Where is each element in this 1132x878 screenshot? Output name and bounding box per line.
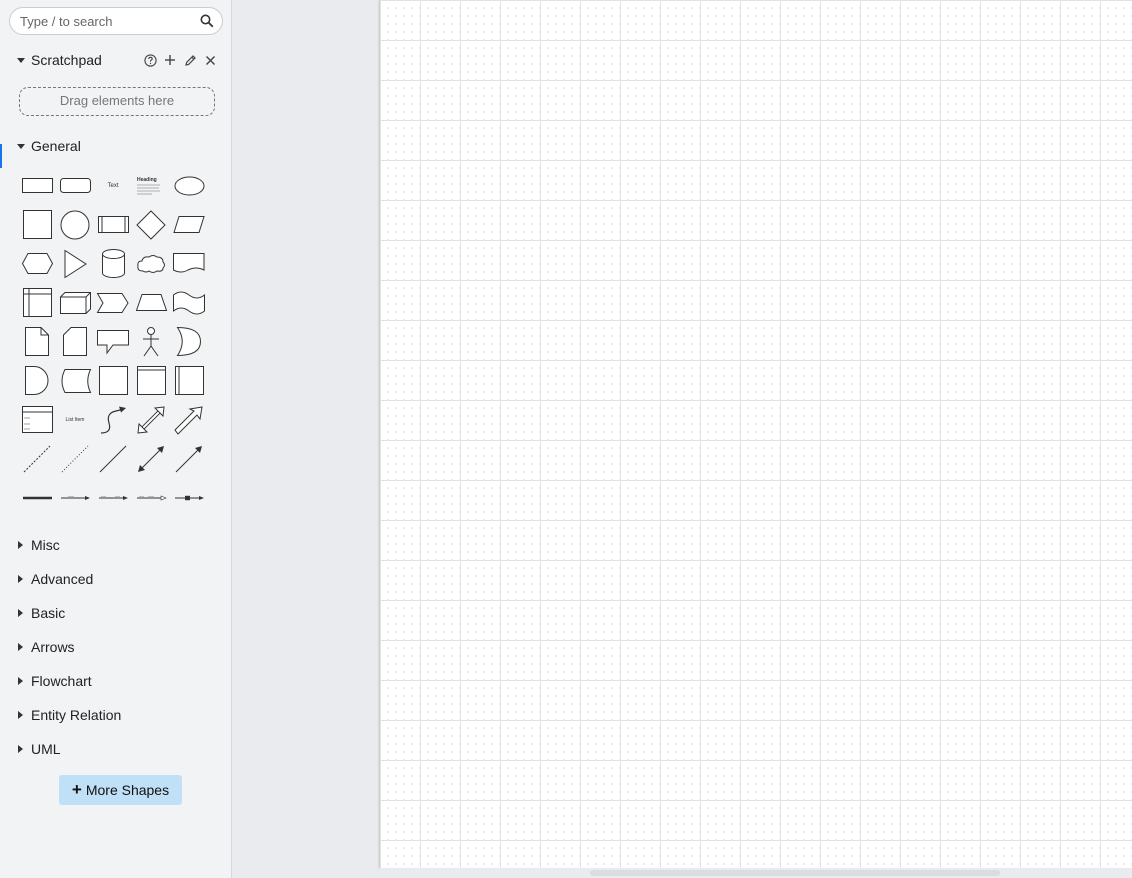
plus-icon[interactable] — [163, 53, 177, 67]
cylinder-shape[interactable] — [94, 244, 132, 283]
section-basic[interactable]: Basic — [0, 601, 232, 625]
section-flowchart[interactable]: Flowchart — [0, 669, 232, 693]
help-icon[interactable] — [143, 53, 157, 67]
diagram-canvas[interactable] — [380, 0, 1132, 868]
bidirectional-arrow-shape[interactable] — [132, 400, 170, 439]
internal-storage-shape[interactable] — [18, 283, 56, 322]
section-label: Arrows — [31, 639, 75, 655]
and-shape[interactable] — [18, 361, 56, 400]
document-shape[interactable] — [170, 244, 208, 283]
ellipse-shape[interactable] — [170, 166, 208, 205]
chevron-down-icon — [17, 144, 25, 149]
bidirectional-connector-shape[interactable] — [132, 439, 170, 478]
trapezoid-shape[interactable] — [132, 283, 170, 322]
chevron-right-icon — [18, 575, 23, 583]
text-lines-icon — [137, 184, 160, 194]
circle-shape[interactable] — [56, 205, 94, 244]
general-header[interactable]: General — [0, 134, 232, 158]
section-advanced[interactable]: Advanced — [0, 567, 232, 591]
dotted-line-shape[interactable] — [56, 439, 94, 478]
or-shape[interactable] — [170, 322, 208, 361]
cube-shape[interactable] — [56, 283, 94, 322]
more-shapes-button[interactable]: + More Shapes — [59, 775, 182, 805]
cloud-shape[interactable] — [132, 244, 170, 283]
labeled-connector-shape[interactable] — [56, 478, 94, 517]
thick-line-shape[interactable] — [18, 478, 56, 517]
text-shape-label: Text — [107, 182, 119, 189]
connector-with-symbol-shape[interactable] — [170, 478, 208, 517]
tape-shape[interactable] — [170, 283, 208, 322]
rounded-rectangle-shape[interactable] — [56, 166, 94, 205]
actor-shape[interactable] — [132, 322, 170, 361]
section-label: Flowchart — [31, 673, 92, 689]
more-shapes-label: More Shapes — [85, 782, 170, 798]
square-shape[interactable] — [18, 205, 56, 244]
diamond-shape[interactable] — [132, 205, 170, 244]
card-shape[interactable] — [56, 322, 94, 361]
curved-arrow-shape[interactable] — [94, 400, 132, 439]
search-icon[interactable] — [200, 14, 214, 28]
data-storage-shape[interactable] — [56, 361, 94, 400]
section-label: Misc — [31, 537, 60, 553]
general-title: General — [31, 138, 81, 154]
section-label: Advanced — [31, 571, 94, 587]
container-shape[interactable] — [94, 361, 132, 400]
list-item-shape[interactable]: List Item — [56, 400, 94, 439]
note-shape[interactable] — [18, 322, 56, 361]
chevron-right-icon — [18, 643, 23, 651]
pencil-icon[interactable] — [183, 53, 197, 67]
textbox-shape[interactable]: Heading — [132, 166, 170, 205]
section-misc[interactable]: Misc — [0, 533, 232, 557]
chevron-right-icon — [18, 745, 23, 753]
chevron-right-icon — [18, 711, 23, 719]
section-entity-relation[interactable]: Entity Relation — [0, 703, 232, 727]
section-arrows[interactable]: Arrows — [0, 635, 232, 659]
close-icon[interactable] — [203, 53, 217, 67]
chevron-right-icon — [18, 677, 23, 685]
text-shape[interactable]: Text — [94, 166, 132, 205]
shapes-sidebar: Scratchpad Drag elements here General — [0, 0, 232, 878]
section-label: Basic — [31, 605, 66, 621]
directional-connector-shape[interactable] — [170, 439, 208, 478]
dashed-line-shape[interactable] — [18, 439, 56, 478]
rectangle-shape[interactable] — [18, 166, 56, 205]
triangle-shape[interactable] — [56, 244, 94, 283]
chevron-right-icon — [18, 541, 23, 549]
vertical-swimlane-shape[interactable] — [170, 361, 208, 400]
step-shape[interactable] — [94, 283, 132, 322]
section-label: Entity Relation — [31, 707, 122, 723]
scratchpad-tools — [143, 52, 217, 68]
chevron-right-icon — [18, 609, 23, 617]
scratchpad-title: Scratchpad — [31, 52, 102, 68]
section-uml[interactable]: UML — [0, 737, 232, 761]
callout-shape[interactable] — [94, 322, 132, 361]
swimlane-shape[interactable] — [132, 361, 170, 400]
search-box[interactable] — [9, 7, 223, 35]
block-arrow-shape[interactable] — [170, 400, 208, 439]
scratchpad-drop-zone[interactable]: Drag elements here — [19, 87, 215, 116]
section-label: UML — [31, 741, 61, 757]
parallelogram-shape[interactable] — [170, 205, 208, 244]
list-item-label: List Item — [65, 416, 85, 423]
canvas-gutter — [232, 0, 380, 878]
plus-icon: + — [71, 780, 82, 799]
triple-labeled-connector-shape[interactable] — [132, 478, 170, 517]
line-shape[interactable] — [94, 439, 132, 478]
list-shape[interactable] — [18, 400, 56, 439]
chevron-down-icon — [17, 58, 25, 63]
horizontal-scrollbar-thumb[interactable] — [590, 870, 1000, 876]
search-input[interactable] — [20, 13, 190, 29]
process-shape[interactable] — [94, 205, 132, 244]
double-labeled-connector-shape[interactable] — [94, 478, 132, 517]
hexagon-shape[interactable] — [18, 244, 56, 283]
